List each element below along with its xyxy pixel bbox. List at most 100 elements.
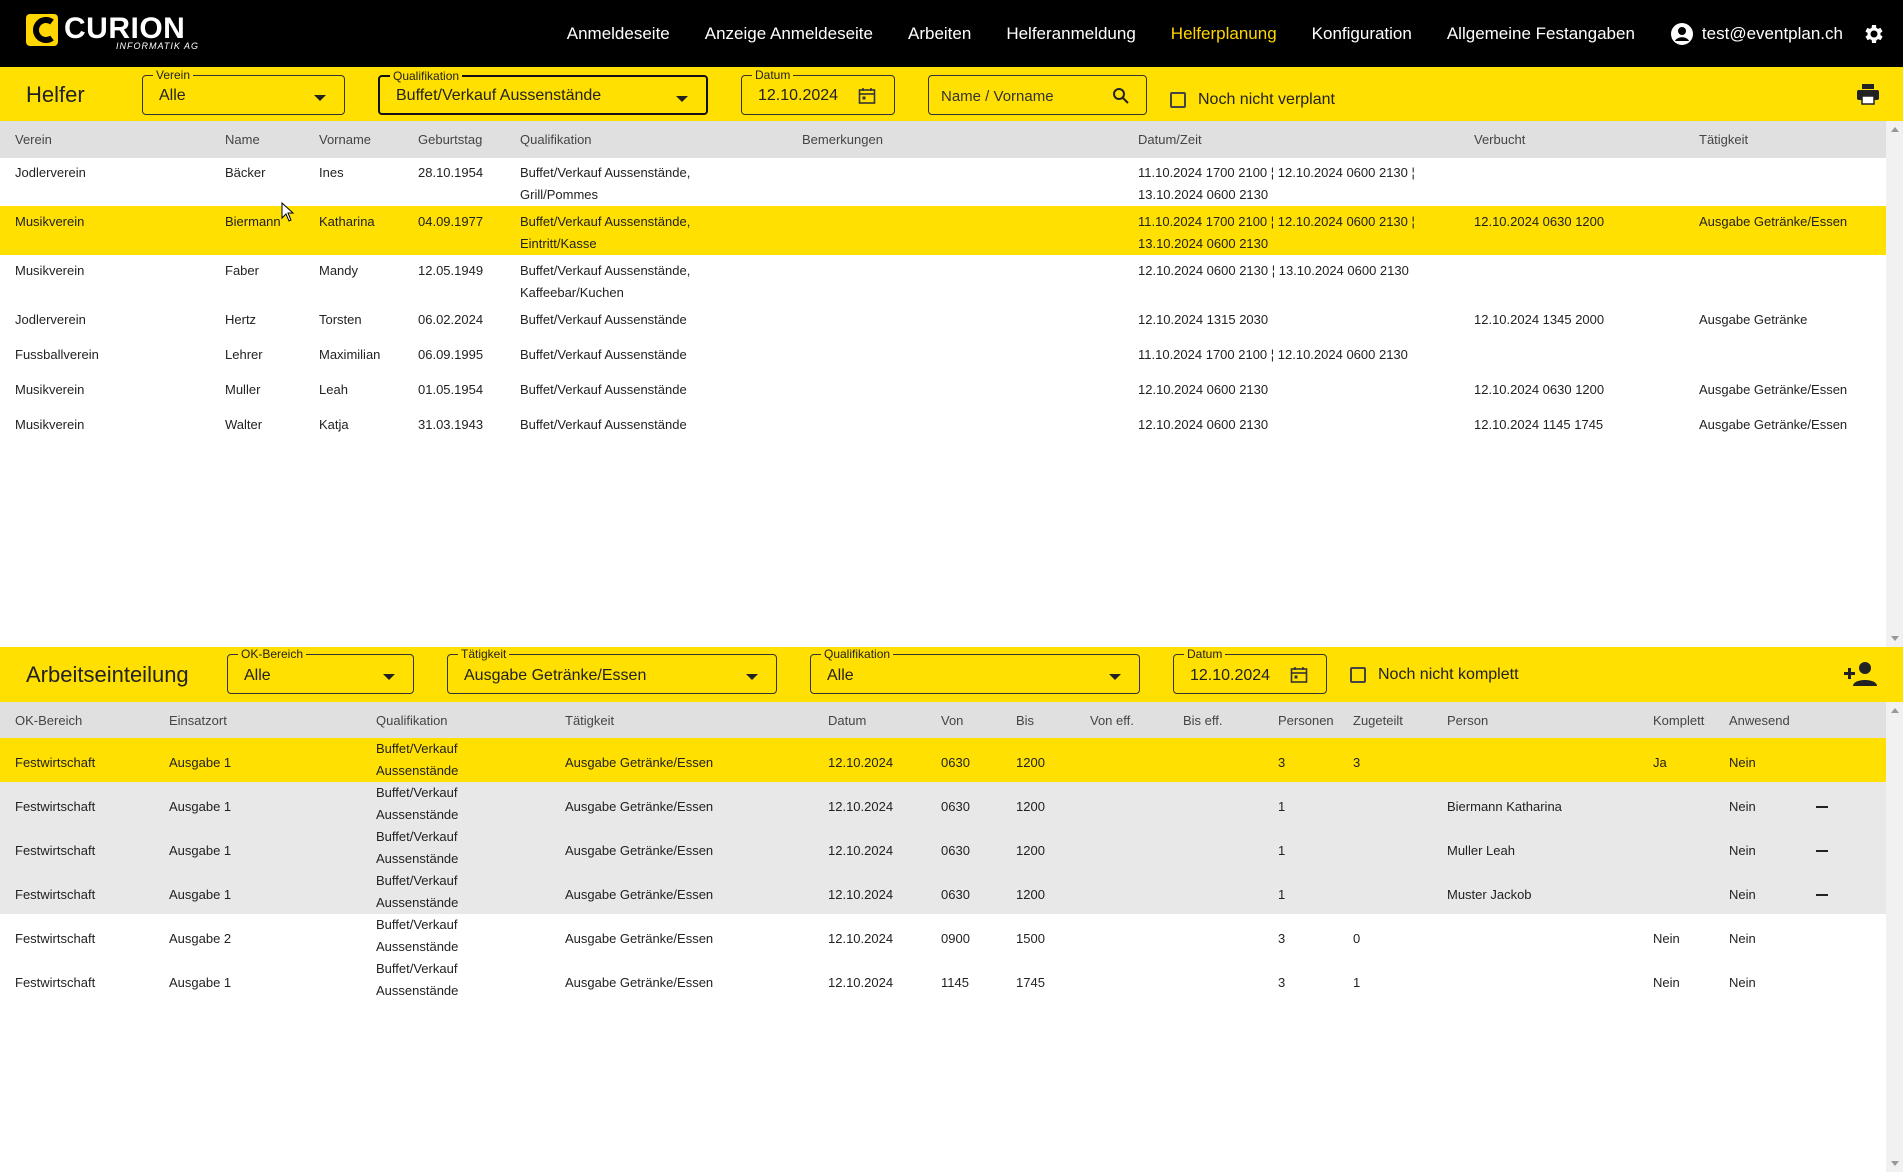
helfer-scrollbar[interactable] [1886,121,1903,647]
cell-personen: 3 [1278,974,1286,990]
col-von-eff[interactable]: Von eff. [1090,702,1183,738]
curion-logo[interactable]: CURION INFORMATIK AG [24,8,204,58]
nav-helferanmeldung[interactable]: Helferanmeldung [1006,24,1135,44]
cell-geburtstag: 12.05.1949 [418,263,484,278]
qualifikation-select[interactable]: Qualifikation Buffet/Verkauf Aussenständ… [378,69,708,115]
arbeit-table: OK-Bereich Einsatzort Qualifikation Täti… [0,702,1886,1002]
col-personen[interactable]: Personen [1278,702,1353,738]
okbereich-select[interactable]: OK-Bereich Alle [227,647,414,694]
helfer-row[interactable]: Jodlerverein Bäcker Ines 28.10.1954 Buff… [0,157,1886,206]
qual-line: Buffet/Verkauf [376,829,458,844]
nav-konfiguration[interactable]: Konfiguration [1312,24,1412,44]
helfer-row[interactable]: Musikverein Muller Leah 01.05.1954 Buffe… [0,374,1886,409]
helfer-row[interactable]: Jodlerverein Hertz Torsten 06.02.2024 Bu… [0,304,1886,339]
col-name[interactable]: Name [225,121,319,157]
cell-anwesend[interactable]: Nein [1729,826,1816,870]
col-vorname[interactable]: Vorname [319,121,418,157]
verein-select[interactable]: Verein Alle [142,68,345,115]
arbeit-row[interactable]: Festwirtschaft Ausgabe 1 Buffet/Verkauf A… [0,958,1886,1002]
qual-line: Buffet/Verkauf [376,961,458,976]
cell-zugeteilt: 1 [1353,974,1361,990]
cell-anwesend[interactable]: Nein [1729,958,1816,1002]
nav-anzeige-anmeldeseite[interactable]: Anzeige Anmeldeseite [705,24,873,44]
nav-anmeldeseite[interactable]: Anmeldeseite [567,24,670,44]
col-qualifikation[interactable]: Qualifikation [520,121,802,157]
remove-person-icon[interactable] [1816,894,1828,897]
col-datum[interactable]: Datum [828,702,941,738]
nav-helferplanung[interactable]: Helferplanung [1171,24,1277,44]
name-search-input[interactable]: Name / Vorname [928,75,1147,115]
scroll-up-arrow[interactable] [1891,708,1899,713]
cell-anwesend[interactable]: Nein [1729,738,1816,782]
helfer-table: Verein Name Vorname Geburtstag Qualifika… [0,121,1886,444]
col-taetigkeit[interactable]: Tätigkeit [565,702,828,738]
calendar-icon[interactable] [858,87,876,110]
cell-bis-eff [1183,782,1278,826]
scroll-down-arrow[interactable] [1891,636,1899,641]
remove-person-icon[interactable] [1816,806,1828,809]
arbeit-row-selected[interactable]: Festwirtschaft Ausgabe 1 Buffet/Verkauf A… [0,738,1886,782]
helfer-filter-bar: Helfer Verein Alle Qualifikation Buffet/… [0,67,1903,121]
person-add-icon [1844,662,1877,686]
col-bis-eff[interactable]: Bis eff. [1183,702,1278,738]
print-button[interactable] [1856,83,1880,110]
gear-icon [1865,24,1883,43]
zeit-line: 13.10.2024 0600 2130 [1138,187,1269,202]
arbeit-row[interactable]: Festwirtschaft Ausgabe 2 Buffet/Verkauf A… [0,914,1886,958]
col-verein[interactable]: Verein [0,121,225,157]
calendar-icon[interactable] [1290,666,1308,689]
noch-nicht-verplant-checkbox[interactable]: Noch nicht verplant [1170,91,1335,109]
cell-personen: 1 [1278,782,1353,826]
cell-datum: 12.10.2024 [828,782,941,826]
arbeit-datum-field[interactable]: Datum 12.10.2024 [1173,647,1327,694]
col-taetigkeit[interactable]: Tätigkeit [1699,121,1886,157]
user-menu[interactable]: test@eventplan.ch [1670,22,1843,46]
col-qualifikation[interactable]: Qualifikation [376,702,565,738]
arbeit-row-assigned[interactable]: Festwirtschaft Ausgabe 1 Buffet/Verkauf A… [0,826,1886,870]
cell-anwesend[interactable]: Nein [1729,870,1816,914]
col-person[interactable]: Person [1447,702,1653,738]
taetigkeit-select[interactable]: Tätigkeit Ausgabe Getränke/Essen [447,647,777,694]
cell-personen: 1 [1278,870,1353,914]
cell-anwesend[interactable]: Nein [1729,782,1816,826]
helfer-row[interactable]: Musikverein Walter Katja 31.03.1943 Buff… [0,409,1886,444]
col-ok-bereich[interactable]: OK-Bereich [0,702,169,738]
col-komplett[interactable]: Komplett [1653,702,1729,738]
col-anwesend[interactable]: Anwesend [1729,702,1816,738]
arbeit-row-assigned[interactable]: Festwirtschaft Ausgabe 1 Buffet/Verkauf A… [0,782,1886,826]
col-von[interactable]: Von [941,702,1016,738]
col-einsatzort[interactable]: Einsatzort [169,702,376,738]
add-person-button[interactable] [1843,660,1881,693]
col-bemerkungen[interactable]: Bemerkungen [802,121,1138,157]
search-icon[interactable] [1112,87,1130,110]
scroll-down-arrow[interactable] [1891,1161,1899,1166]
col-verbucht[interactable]: Verbucht [1474,121,1699,157]
nav-allgemeine-festangaben[interactable]: Allgemeine Festangaben [1447,24,1635,44]
datum-field[interactable]: Datum 12.10.2024 [741,68,895,115]
cell-von-eff [1090,826,1183,870]
cell-von-eff [1090,870,1183,914]
col-bis[interactable]: Bis [1016,702,1090,738]
printer-icon [1857,84,1879,105]
nav-arbeiten[interactable]: Arbeiten [908,24,971,44]
arbeit-qualifikation-select[interactable]: Qualifikation Alle [810,647,1140,694]
helfer-row[interactable]: Musikverein Faber Mandy 12.05.1949 Buffe… [0,255,1886,304]
cell-komplett [1653,826,1729,870]
arbeit-scrollbar[interactable] [1886,702,1903,1172]
col-geburtstag[interactable]: Geburtstag [418,121,520,157]
cell-verein: Musikverein [15,417,85,432]
col-zugeteilt[interactable]: Zugeteilt [1353,702,1447,738]
col-datum-zeit[interactable]: Datum/Zeit [1138,121,1474,157]
taetigkeit-value: Ausgabe Getränke/Essen [464,667,647,684]
cell-person [1447,738,1653,782]
helfer-row[interactable]: Fussballverein Lehrer Maximilian 06.09.1… [0,339,1886,374]
noch-nicht-komplett-checkbox[interactable]: Noch nicht komplett [1350,666,1519,684]
scroll-up-arrow[interactable] [1891,127,1899,132]
cell-bis: 1745 [1016,974,1045,990]
qual-line: Buffet/Verkauf Aussenstände, [520,165,691,180]
settings-button[interactable] [1861,22,1885,46]
cell-anwesend[interactable]: Nein [1729,914,1816,958]
okbereich-value: Alle [244,667,271,684]
remove-person-icon[interactable] [1816,850,1828,853]
arbeit-row-assigned[interactable]: Festwirtschaft Ausgabe 1 Buffet/Verkauf A… [0,870,1886,914]
